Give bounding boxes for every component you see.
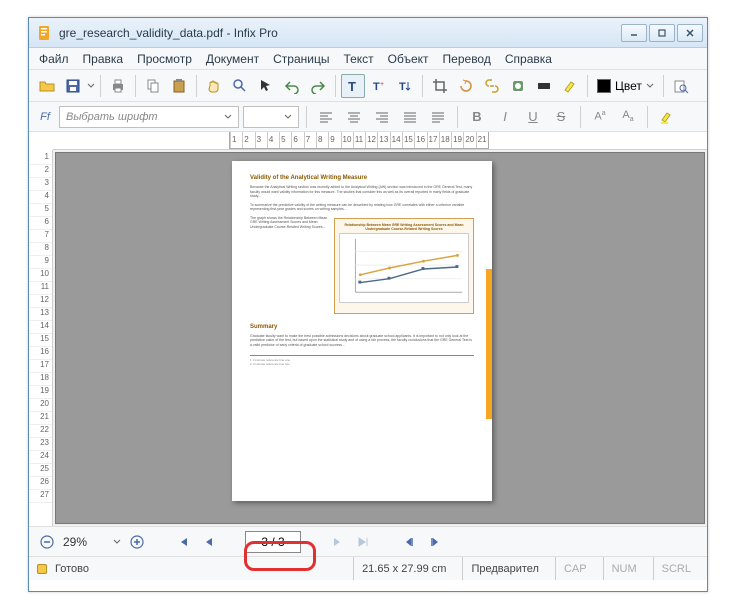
doc-heading: Summary bbox=[250, 324, 474, 330]
menu-document[interactable]: Документ bbox=[206, 52, 259, 66]
zoom-tool-button[interactable] bbox=[228, 74, 252, 98]
color-picker[interactable]: Цвет bbox=[593, 79, 658, 93]
svg-text:T: T bbox=[348, 79, 356, 94]
doc-paragraph: Graduate faculty want to make the best p… bbox=[250, 334, 474, 348]
font-format-button[interactable]: Ff bbox=[35, 105, 55, 129]
navigation-bar: 29% 3 / 3 bbox=[29, 526, 707, 556]
menu-edit[interactable]: Правка bbox=[83, 52, 124, 66]
bold-button[interactable]: B bbox=[465, 105, 489, 129]
workarea: 1234567891011121314151617181920212223242… bbox=[29, 150, 707, 526]
ruler-vertical: 1234567891011121314151617181920212223242… bbox=[29, 150, 53, 526]
maximize-button[interactable] bbox=[649, 24, 675, 42]
paste-button[interactable] bbox=[167, 74, 191, 98]
text-highlight-button[interactable] bbox=[655, 105, 679, 129]
highlight-button[interactable] bbox=[558, 74, 582, 98]
italic-button[interactable]: I bbox=[493, 105, 517, 129]
status-scrl: SCRL bbox=[653, 557, 699, 580]
app-window: gre_research_validity_data.pdf - Infix P… bbox=[28, 17, 708, 592]
doc-paragraph: Because the Analytical Writing section w… bbox=[250, 185, 474, 199]
subscript-button[interactable]: Aa bbox=[616, 105, 640, 129]
superscript-button[interactable]: Aa bbox=[588, 105, 612, 129]
history-back-button[interactable] bbox=[399, 532, 419, 552]
menu-translate[interactable]: Перевод bbox=[443, 52, 491, 66]
zoom-out-button[interactable] bbox=[37, 532, 57, 552]
status-preview: Предварител bbox=[462, 557, 547, 580]
menu-object[interactable]: Объект bbox=[388, 52, 429, 66]
next-page-button[interactable] bbox=[327, 532, 347, 552]
menu-view[interactable]: Просмотр bbox=[137, 52, 192, 66]
menu-file[interactable]: Файл bbox=[39, 52, 69, 66]
align-justify-all-button[interactable] bbox=[426, 105, 450, 129]
svg-text:T: T bbox=[373, 81, 380, 93]
titlebar: gre_research_validity_data.pdf - Infix P… bbox=[29, 18, 707, 48]
toolbar-format: Ff Выбрать шрифт B I U S Aa Aa bbox=[29, 102, 707, 132]
print-button[interactable] bbox=[106, 74, 130, 98]
align-justify-button[interactable] bbox=[398, 105, 422, 129]
ruler-horizontal: 123456789101112131415161718192021 bbox=[53, 132, 707, 150]
page-number-field[interactable]: 3 / 3 bbox=[245, 531, 301, 553]
font-select[interactable]: Выбрать шрифт bbox=[59, 106, 239, 128]
hand-tool-button[interactable] bbox=[202, 74, 226, 98]
align-center-button[interactable] bbox=[342, 105, 366, 129]
app-icon bbox=[37, 25, 53, 41]
align-right-button[interactable] bbox=[370, 105, 394, 129]
search-button[interactable] bbox=[669, 74, 693, 98]
menu-pages[interactable]: Страницы bbox=[273, 52, 329, 66]
close-button[interactable] bbox=[677, 24, 703, 42]
dropdown-icon[interactable] bbox=[87, 82, 95, 90]
doc-heading: Validity of the Analytical Writing Measu… bbox=[250, 175, 474, 181]
status-dimensions: 21.65 x 27.99 cm bbox=[353, 557, 454, 580]
toolbar-main: T T+ T Цвет bbox=[29, 70, 707, 102]
strikethrough-button[interactable]: S bbox=[549, 105, 573, 129]
link-button[interactable] bbox=[480, 74, 504, 98]
menu-help[interactable]: Справка bbox=[505, 52, 552, 66]
status-indicator-icon bbox=[37, 564, 47, 574]
copy-button[interactable] bbox=[141, 74, 165, 98]
history-forward-button[interactable] bbox=[425, 532, 445, 552]
status-cap: CAP bbox=[555, 557, 595, 580]
redact-button[interactable] bbox=[532, 74, 556, 98]
svg-text:+: + bbox=[380, 81, 384, 88]
first-page-button[interactable] bbox=[173, 532, 193, 552]
minimize-button[interactable] bbox=[621, 24, 647, 42]
text-plus-button[interactable]: T+ bbox=[367, 74, 391, 98]
align-left-button[interactable] bbox=[314, 105, 338, 129]
font-size-select[interactable] bbox=[243, 106, 299, 128]
rotate-button[interactable] bbox=[454, 74, 478, 98]
undo-button[interactable] bbox=[280, 74, 304, 98]
redo-button[interactable] bbox=[306, 74, 330, 98]
pointer-tool-button[interactable] bbox=[254, 74, 278, 98]
underline-button[interactable]: U bbox=[521, 105, 545, 129]
chart-title: Relationship Between Mean GRE Writing As… bbox=[339, 223, 469, 231]
window-title: gre_research_validity_data.pdf - Infix P… bbox=[59, 26, 621, 40]
last-page-button[interactable] bbox=[353, 532, 373, 552]
statusbar: Готово 21.65 x 27.99 cm Предварител CAP … bbox=[29, 556, 707, 580]
zoom-dropdown[interactable] bbox=[113, 538, 121, 546]
stamp-button[interactable] bbox=[506, 74, 530, 98]
zoom-value: 29% bbox=[63, 535, 107, 549]
dropdown-icon bbox=[646, 82, 654, 90]
menu-text[interactable]: Текст bbox=[343, 52, 373, 66]
crop-tool-button[interactable] bbox=[428, 74, 452, 98]
zoom-in-button[interactable] bbox=[127, 532, 147, 552]
open-button[interactable] bbox=[35, 74, 59, 98]
document-canvas[interactable]: Validity of the Analytical Writing Measu… bbox=[55, 152, 705, 524]
text-tool-button[interactable]: T bbox=[341, 74, 365, 98]
save-button[interactable] bbox=[61, 74, 85, 98]
svg-text:T: T bbox=[399, 81, 406, 93]
embedded-chart: Relationship Between Mean GRE Writing As… bbox=[334, 218, 474, 314]
color-label-text: Цвет bbox=[615, 79, 642, 93]
status-num: NUM bbox=[603, 557, 645, 580]
vertical-text-button[interactable]: T bbox=[393, 74, 417, 98]
pdf-page: Validity of the Analytical Writing Measu… bbox=[232, 161, 492, 501]
color-swatch-icon bbox=[597, 79, 611, 93]
menubar: Файл Правка Просмотр Документ Страницы Т… bbox=[29, 48, 707, 70]
font-placeholder: Выбрать шрифт bbox=[66, 111, 158, 123]
doc-paragraph: To summarize the predictive validity of … bbox=[250, 203, 474, 212]
status-ready: Готово bbox=[55, 563, 89, 575]
prev-page-button[interactable] bbox=[199, 532, 219, 552]
